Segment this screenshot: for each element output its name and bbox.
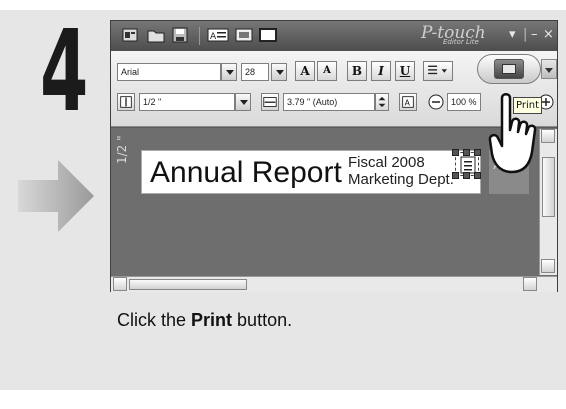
more-options-button[interactable] xyxy=(541,59,557,79)
label-line-2[interactable]: Marketing Dept. xyxy=(348,172,454,188)
ptouch-logo: P-touch Editor Lite xyxy=(421,23,501,49)
resize-handle[interactable] xyxy=(452,149,459,156)
minimize-button[interactable]: – xyxy=(531,27,538,42)
underline-button[interactable]: U xyxy=(395,61,415,81)
options-dropdown-icon[interactable]: ▾ xyxy=(509,27,516,42)
resize-handle[interactable] xyxy=(463,172,470,179)
label-line-1[interactable]: Fiscal 2008 xyxy=(348,155,425,171)
label-tape[interactable]: Annual Report Fiscal 2008 Marketing Dept… xyxy=(141,150,481,194)
insert-frame-icon[interactable] xyxy=(259,27,277,43)
scroll-right-button[interactable] xyxy=(523,277,537,291)
tape-length-field[interactable]: 3.79 " (Auto) xyxy=(283,93,375,111)
pointing-hand-icon xyxy=(488,93,537,174)
tape-length-icon[interactable] xyxy=(261,93,279,111)
font-name-dropdown-button[interactable] xyxy=(221,63,237,81)
length-spinner-icon[interactable] xyxy=(375,93,389,111)
insert-text-icon[interactable]: A xyxy=(207,27,229,43)
tape-width-dropdown-button[interactable] xyxy=(235,93,251,111)
horizontal-scrollbar[interactable] xyxy=(111,276,557,292)
title-bar: A P-touch Editor Lite ▾ | – × xyxy=(111,21,557,51)
font-size-field[interactable]: 28 xyxy=(241,63,269,81)
pointer-arrow-icon xyxy=(18,160,94,232)
print-button[interactable] xyxy=(494,59,524,79)
grow-font-button[interactable]: A xyxy=(295,61,315,81)
resize-handle[interactable] xyxy=(463,149,470,156)
tape-width-icon[interactable] xyxy=(117,93,135,111)
save-icon[interactable] xyxy=(171,27,189,43)
svg-text:A: A xyxy=(210,32,217,42)
instruction-caption: Click the Print button. xyxy=(117,310,292,331)
printer-icon xyxy=(502,64,516,74)
toolbar-separator xyxy=(199,27,200,45)
label-title[interactable]: Annual Report xyxy=(150,155,342,191)
shrink-font-button[interactable]: A xyxy=(317,61,337,81)
insert-image-icon[interactable] xyxy=(235,27,253,43)
caption-emphasis: Print xyxy=(191,310,233,330)
resize-handle[interactable] xyxy=(474,172,481,179)
close-button[interactable]: × xyxy=(543,27,554,42)
text-layout-icon[interactable]: A xyxy=(399,93,417,111)
resize-handle[interactable] xyxy=(474,149,481,156)
align-dropdown-icon[interactable] xyxy=(423,61,453,81)
brand-subtitle: Editor Lite xyxy=(443,38,479,46)
tape-width-field[interactable]: 1/2 " xyxy=(139,93,235,111)
font-size-dropdown-button[interactable] xyxy=(271,63,287,81)
caption-prefix: Click the xyxy=(117,310,192,330)
open-folder-icon[interactable] xyxy=(147,27,165,43)
italic-button[interactable]: I xyxy=(371,61,391,81)
tape-width-marker: 1/2 " xyxy=(115,135,129,164)
bold-button[interactable]: B xyxy=(347,61,367,81)
font-name-field[interactable]: Arial xyxy=(117,63,221,81)
svg-text:A: A xyxy=(404,99,410,108)
window-separator: | xyxy=(523,27,528,42)
scroll-left-button[interactable] xyxy=(113,277,127,291)
horizontal-scroll-thumb[interactable] xyxy=(129,279,247,290)
zoom-field[interactable]: 100 % xyxy=(447,93,481,111)
caption-suffix: button. xyxy=(232,310,293,330)
scroll-down-button[interactable] xyxy=(541,259,555,273)
resize-handle[interactable] xyxy=(452,172,459,179)
step-number: 4 xyxy=(40,7,88,137)
zoom-out-icon[interactable] xyxy=(427,93,445,111)
new-label-icon[interactable] xyxy=(121,27,139,43)
